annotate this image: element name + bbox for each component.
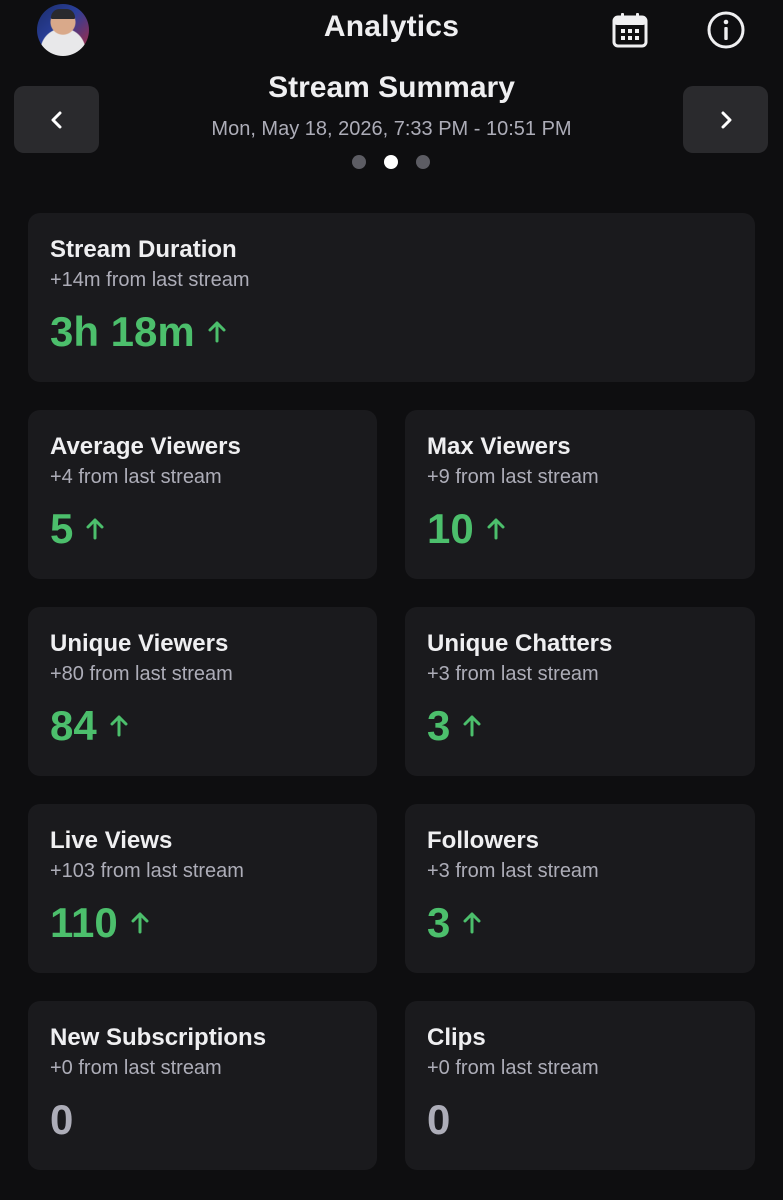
followers-card: Followers +3 from last stream 3 xyxy=(405,804,755,973)
stat-value: 3 xyxy=(427,899,451,946)
arrow-up-icon xyxy=(85,517,105,541)
stat-label: New Subscriptions xyxy=(50,1024,267,1051)
unique-chatters-card: Unique Chatters +3 from last stream 3 xyxy=(405,607,755,776)
arrow-up-icon xyxy=(130,911,150,935)
clips-card: Clips +0 from last stream 0 xyxy=(405,1001,755,1170)
unique-viewers-card: Unique Viewers +80 from last stream 84 xyxy=(28,607,377,776)
stat-delta: +3 from last stream xyxy=(427,663,599,685)
stat-delta: +0 from last stream xyxy=(427,1057,599,1079)
analytics-page: Analytics Stream Summary Mon, May 18, 20… xyxy=(0,0,783,1200)
stat-value: 3h 18m xyxy=(50,308,195,355)
stat-label: Max Viewers xyxy=(427,433,571,460)
average-viewers-card: Average Viewers +4 from last stream 5 xyxy=(28,410,377,579)
page-title: Analytics xyxy=(323,10,460,43)
stream-date-range: Mon, May 18, 2026, 7:33 PM - 10:51 PM xyxy=(211,118,572,140)
stat-delta: +80 from last stream xyxy=(50,663,233,685)
summary-title: Stream Summary xyxy=(268,71,515,104)
stat-value: 5 xyxy=(50,505,74,552)
stat-label: Stream Duration xyxy=(50,236,237,263)
new-subscriptions-card: New Subscriptions +0 from last stream 0 xyxy=(28,1001,377,1170)
stat-delta: +14m from last stream xyxy=(50,269,250,291)
page-indicator[interactable] xyxy=(352,155,430,169)
chevron-right-icon xyxy=(721,111,731,128)
arrow-up-icon xyxy=(462,911,482,935)
calendar-icon[interactable] xyxy=(610,10,650,50)
stat-label: Average Viewers xyxy=(50,433,241,460)
stat-delta: +4 from last stream xyxy=(50,466,222,488)
stat-delta: +0 from last stream xyxy=(50,1057,222,1079)
stat-delta: +103 from last stream xyxy=(50,860,244,882)
arrow-up-icon xyxy=(462,714,482,738)
stat-value: 0 xyxy=(427,1096,451,1143)
stat-value: 0 xyxy=(50,1096,74,1143)
max-viewers-card: Max Viewers +9 from last stream 10 xyxy=(405,410,755,579)
stream-duration-card: Stream Duration +14m from last stream 3h… xyxy=(28,213,755,382)
stat-label: Followers xyxy=(427,827,540,854)
stat-label: Unique Viewers xyxy=(50,630,229,657)
page-dot-3[interactable] xyxy=(416,155,430,169)
stat-label: Live Views xyxy=(50,827,173,854)
page-dot-1[interactable] xyxy=(352,155,366,169)
stat-value: 84 xyxy=(50,702,97,749)
next-stream-button[interactable] xyxy=(683,86,768,153)
info-icon[interactable] xyxy=(706,10,746,50)
page-dot-2[interactable] xyxy=(384,155,398,169)
live-views-card: Live Views +103 from last stream 110 xyxy=(28,804,377,973)
arrow-up-icon xyxy=(486,517,506,541)
stat-label: Clips xyxy=(427,1024,486,1051)
stat-value: 3 xyxy=(427,702,451,749)
arrow-up-icon xyxy=(109,714,129,738)
stat-label: Unique Chatters xyxy=(427,630,613,657)
stat-value: 110 xyxy=(50,899,118,946)
arrow-up-icon xyxy=(207,320,227,344)
stat-delta: +3 from last stream xyxy=(427,860,599,882)
stat-value: 10 xyxy=(427,505,474,552)
stat-delta: +9 from last stream xyxy=(427,466,599,488)
